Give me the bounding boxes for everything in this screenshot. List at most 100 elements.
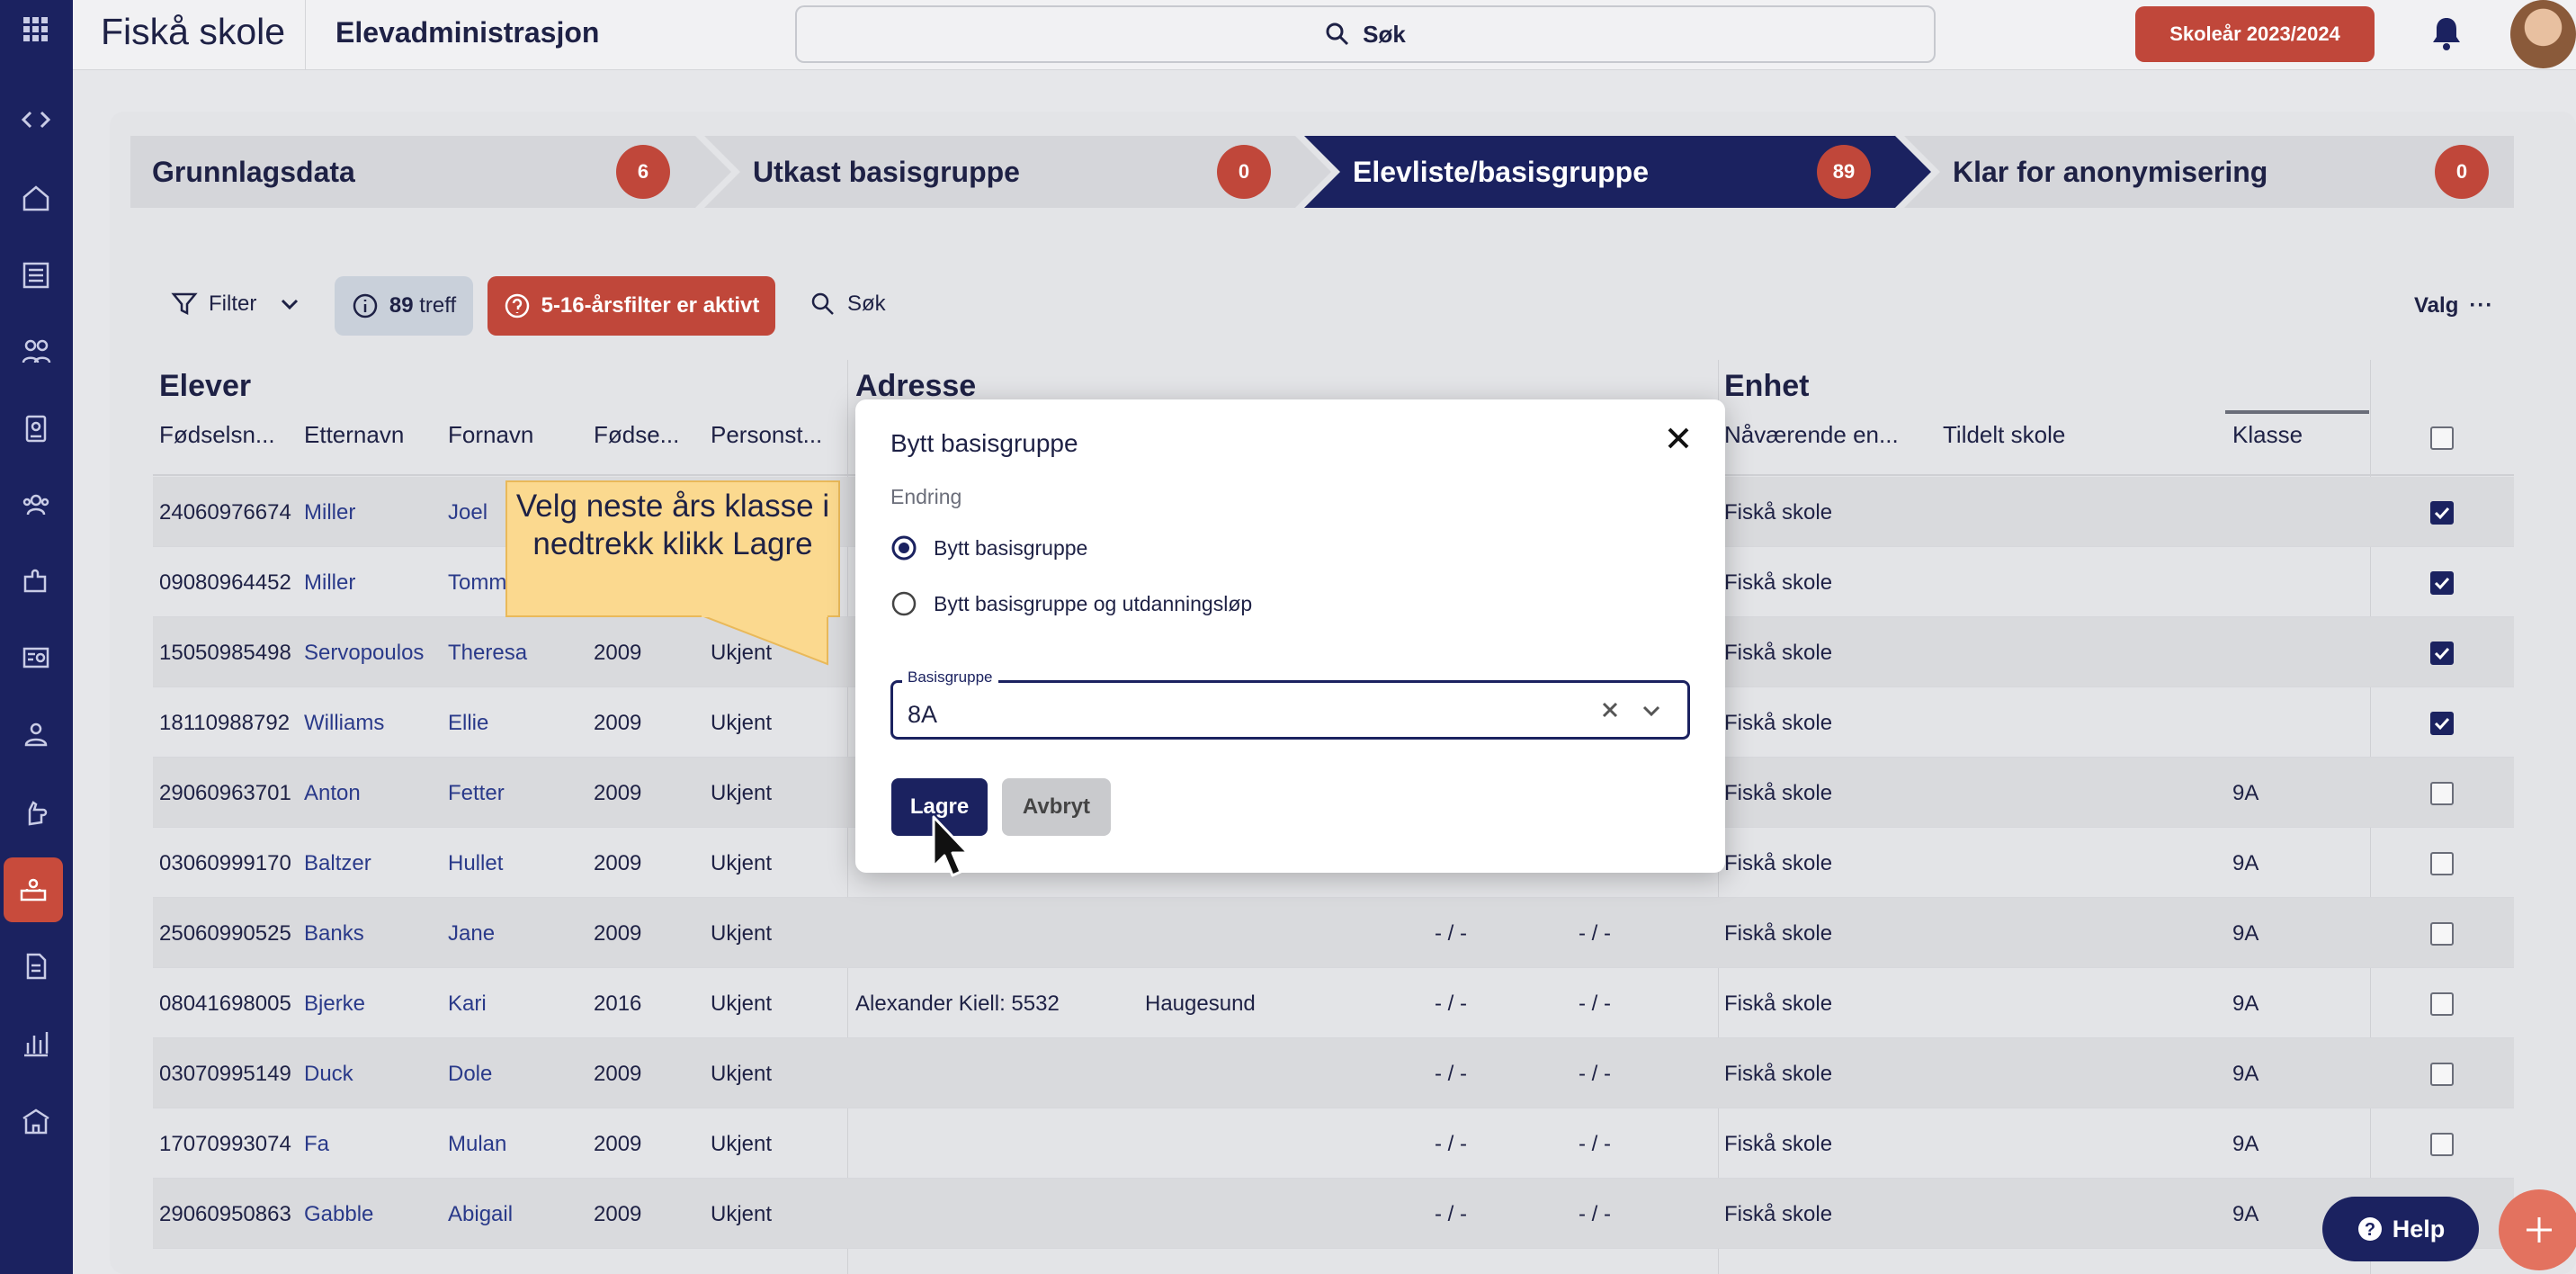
help-button[interactable]: ? Help — [2322, 1197, 2479, 1261]
row-checkbox[interactable] — [2430, 922, 2454, 946]
age-filter-chip[interactable]: 5-16-årsfilter er aktivt — [487, 276, 775, 336]
cell-fornavn[interactable]: Mulan — [448, 1132, 506, 1157]
cell-unit: Fiskå skole — [1724, 1132, 1833, 1156]
app-grid-icon[interactable] — [11, 4, 61, 55]
home-icon[interactable] — [11, 173, 61, 223]
cell-fornavn[interactable]: Theresa — [448, 641, 527, 666]
table-row[interactable]: 17070993074 Fa Mulan 2009 Ukjent - / - - / - Fi… — [153, 1108, 2514, 1179]
cell-fornavn[interactable]: Jane — [448, 921, 495, 947]
cell-fnr: 15050985498 — [159, 641, 291, 665]
cell-etternavn[interactable]: Miller — [304, 500, 355, 525]
search-icon — [811, 292, 834, 315]
cell-etternavn[interactable]: Anton — [304, 781, 361, 806]
table-row[interactable]: 29060950863 Gabble Abigail 2009 Ukjent - / - -… — [153, 1179, 2514, 1249]
col-header-naavaerende[interactable]: Nåværende en... — [1724, 421, 1899, 449]
chevron-down-icon[interactable] — [1640, 699, 1663, 722]
row-checkbox[interactable] — [2430, 571, 2454, 595]
cell-unit: Fiskå skole — [1724, 921, 1833, 946]
classroom-icon[interactable] — [4, 857, 63, 922]
cell-date-from: - / - — [1435, 1062, 1467, 1086]
step-elevliste[interactable]: Elevliste/basisgruppe 89 — [1331, 136, 1896, 208]
cell-personstatus: Ukjent — [711, 921, 773, 946]
global-search[interactable]: Søk — [795, 5, 1936, 63]
cell-fornavn[interactable]: Fetter — [448, 781, 505, 806]
puzzle-icon[interactable] — [11, 556, 61, 606]
hand-icon[interactable] — [11, 787, 61, 838]
step-grunnlagsdata[interactable]: Grunnlagsdata 6 — [130, 136, 695, 208]
cell-etternavn[interactable]: Fa — [304, 1132, 329, 1157]
cell-fornavn[interactable]: Joel — [448, 500, 487, 525]
cell-etternavn[interactable]: Baltzer — [304, 851, 371, 876]
close-icon[interactable] — [1665, 425, 1692, 456]
filter-button[interactable]: Filter — [171, 291, 301, 318]
col-header-tildelt[interactable]: Tildelt skole — [1943, 421, 2065, 449]
school-name[interactable]: Fiskå skole — [101, 11, 285, 53]
table-search-button[interactable]: Søk — [809, 291, 886, 318]
row-checkbox[interactable] — [2430, 1133, 2454, 1156]
table-row[interactable]: 25060990525 Banks Jane 2009 Ukjent - / - - / -… — [153, 898, 2514, 968]
row-checkbox[interactable] — [2430, 852, 2454, 875]
news-icon[interactable] — [11, 250, 61, 301]
basisgruppe-select[interactable]: 8A — [890, 680, 1690, 740]
cell-etternavn[interactable]: Williams — [304, 711, 384, 736]
radio-bytt-basisgruppe[interactable]: Bytt basisgruppe — [890, 534, 1087, 561]
cell-fornavn[interactable]: Dole — [448, 1062, 492, 1087]
cell-etternavn[interactable]: Gabble — [304, 1202, 373, 1227]
row-checkbox[interactable] — [2430, 1063, 2454, 1086]
cancel-button[interactable]: Avbryt — [1002, 778, 1111, 836]
cell-etternavn[interactable]: Bjerke — [304, 991, 365, 1017]
col-header-fodsel[interactable]: Fødse... — [594, 421, 679, 449]
valg-menu-button[interactable]: Valg ··· — [2414, 293, 2493, 318]
cell-fnr: 09080964452 — [159, 570, 291, 595]
cell-etternavn[interactable]: Miller — [304, 570, 355, 596]
clear-icon[interactable] — [1599, 699, 1621, 721]
section-label: Endring — [890, 485, 962, 508]
cell-etternavn[interactable]: Banks — [304, 921, 364, 947]
row-checkbox[interactable] — [2430, 782, 2454, 805]
groups-icon[interactable] — [11, 480, 61, 530]
bell-icon[interactable] — [2428, 14, 2464, 57]
group-header-enhet: Enhet — [1724, 369, 1810, 403]
expand-sidebar-icon[interactable] — [11, 94, 61, 145]
cell-fornavn[interactable]: Ellie — [448, 711, 488, 736]
chevron-down-icon — [282, 299, 299, 310]
document-icon[interactable] — [11, 941, 61, 991]
help-circle-icon: ? — [2357, 1217, 2382, 1241]
treff-count: 89 — [389, 293, 414, 318]
school-building-icon[interactable] — [11, 1096, 61, 1146]
col-header-etternavn[interactable]: Etternavn — [304, 421, 404, 449]
cell-fornavn[interactable]: Kari — [448, 991, 487, 1017]
col-header-klasse[interactable]: Klasse — [2232, 421, 2303, 449]
cell-etternavn[interactable]: Duck — [304, 1062, 353, 1087]
step-utkast-basisgruppe[interactable]: Utkast basisgruppe 0 — [731, 136, 1296, 208]
row-checkbox[interactable] — [2430, 641, 2454, 665]
cell-etternavn[interactable]: Servopoulos — [304, 641, 424, 666]
school-year-button[interactable]: Skoleår 2023/2024 — [2135, 6, 2375, 62]
cell-fornavn[interactable]: Hullet — [448, 851, 503, 876]
col-header-fornavn[interactable]: Fornavn — [448, 421, 533, 449]
select-all-checkbox[interactable] — [2430, 426, 2454, 450]
row-checkbox[interactable] — [2430, 501, 2454, 525]
table-row[interactable]: 03070995149 Duck Dole 2009 Ukjent - / - - / - F… — [153, 1038, 2514, 1108]
add-button[interactable] — [2499, 1189, 2576, 1270]
col-header-personstatus[interactable]: Personst... — [711, 421, 822, 449]
avatar[interactable] — [2510, 0, 2576, 68]
cell-fnr: 17070993074 — [159, 1132, 291, 1156]
certificate-icon[interactable] — [11, 633, 61, 684]
cell-klasse: 9A — [2232, 1202, 2259, 1226]
teacher-icon[interactable] — [11, 710, 61, 760]
row-checkbox[interactable] — [2430, 712, 2454, 735]
cell-birth-year: 2016 — [594, 991, 642, 1016]
bar-chart-icon[interactable] — [11, 1018, 61, 1069]
step-klar-for-anonymisering[interactable]: Klar for anonymisering 0 — [1931, 136, 2514, 208]
radio-bytt-og-utdanningslop[interactable]: Bytt basisgruppe og utdanningsløp — [890, 590, 1252, 617]
row-checkbox[interactable] — [2430, 992, 2454, 1016]
cell-fornavn[interactable]: Abigail — [448, 1202, 513, 1227]
field-label: Basisgruppe — [902, 668, 998, 686]
students-icon[interactable] — [11, 326, 61, 376]
table-row[interactable]: 08041698005 Bjerke Kari 2016 Ukjent Alexander… — [153, 968, 2514, 1038]
col-header-fnr[interactable]: Fødselsn... — [159, 421, 275, 449]
cell-fornavn[interactable]: Tomm — [448, 570, 506, 596]
cell-birth-year: 2009 — [594, 641, 642, 665]
badge-icon[interactable] — [11, 403, 61, 453]
